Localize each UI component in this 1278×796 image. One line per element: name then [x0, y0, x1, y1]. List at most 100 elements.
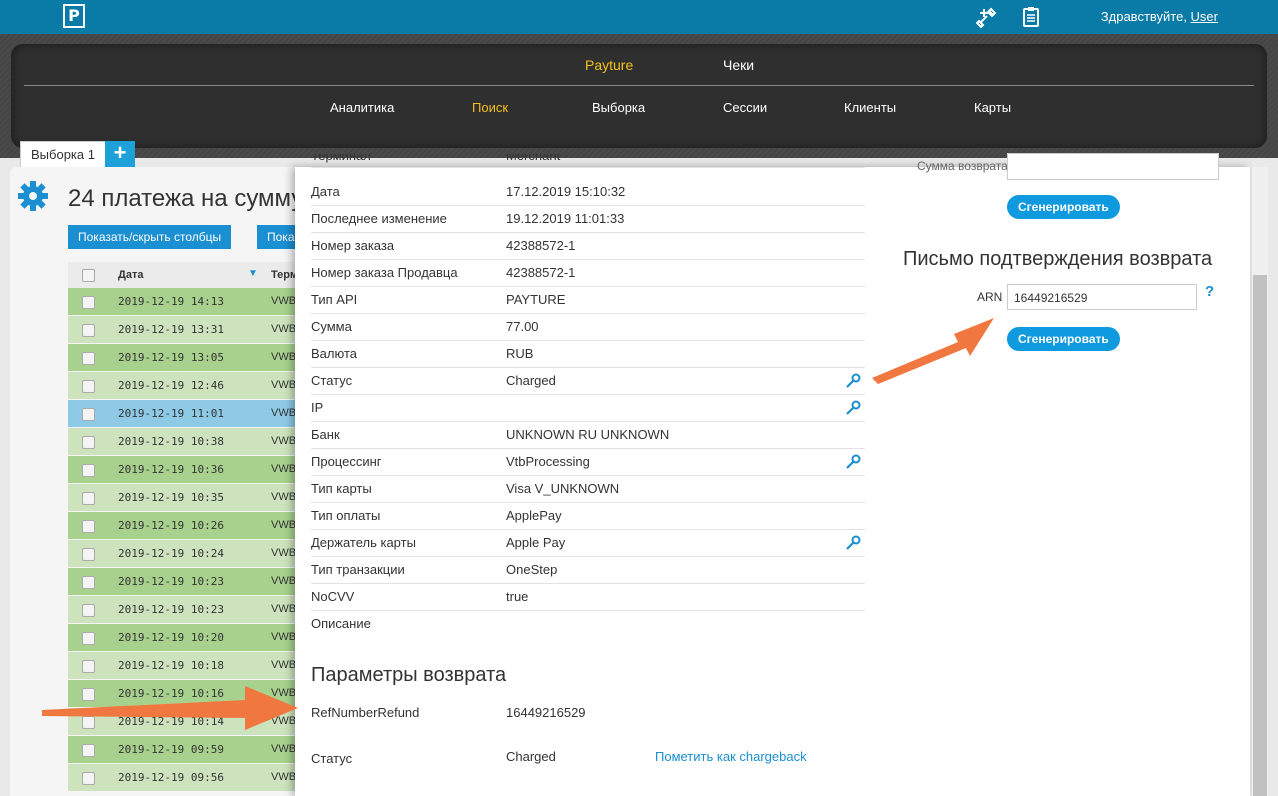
row-checkbox[interactable]: [82, 548, 95, 561]
detail-row: Процессинг VtbProcessing: [311, 448, 865, 476]
row-date: 2019-12-19 12:46: [118, 379, 224, 392]
table-row[interactable]: 2019-12-19 10:38 VWB: [68, 428, 296, 455]
gear-icon[interactable]: [17, 180, 49, 212]
detail-row: NoCVV true: [311, 583, 865, 611]
table-row[interactable]: 2019-12-19 14:13 VWB: [68, 288, 296, 315]
table-row[interactable]: 2019-12-19 10:24 VWB: [68, 540, 296, 567]
refund-sum-input[interactable]: [1007, 153, 1219, 180]
key-search-icon[interactable]: [845, 454, 861, 470]
row-date: 2019-12-19 10:18: [118, 659, 224, 672]
main-navigation: Payture Чеки Аналитика Поиск Выборка Сес…: [0, 34, 1278, 158]
table-row[interactable]: 2019-12-19 11:01 VWB: [68, 400, 296, 427]
toggle-columns-button[interactable]: Показать/скрыть столбцы: [68, 225, 232, 249]
nav-search[interactable]: Поиск: [472, 100, 508, 115]
nav-divider: [24, 85, 1254, 86]
select-all-checkbox[interactable]: [82, 269, 95, 282]
detail-value: Charged: [506, 373, 556, 388]
row-checkbox[interactable]: [82, 408, 95, 421]
nav-top-receipts[interactable]: Чеки: [723, 57, 754, 73]
table-row[interactable]: 2019-12-19 10:36 VWB: [68, 456, 296, 483]
detail-value: 19.12.2019 11:01:33: [506, 211, 625, 226]
greeting-text: Здравствуйте,: [1100, 9, 1191, 24]
row-checkbox[interactable]: [82, 744, 95, 757]
row-checkbox[interactable]: [82, 324, 95, 337]
tab-selection-1[interactable]: Выборка 1: [20, 141, 106, 168]
col-date-header[interactable]: Дата: [118, 269, 143, 281]
detail-row: Последнее изменение 19.12.2019 11:01:33: [311, 205, 865, 233]
clipboard-icon[interactable]: [1020, 6, 1042, 28]
scrollbar-thumb[interactable]: [1253, 275, 1267, 796]
row-terminal: VWB: [271, 519, 297, 531]
row-terminal: VWB: [271, 491, 297, 503]
user-greeting[interactable]: Здравствуйте, User: [1101, 9, 1218, 24]
table-row[interactable]: 2019-12-19 13:31 VWB: [68, 316, 296, 343]
detail-label: NoCVV: [311, 589, 355, 604]
table-row[interactable]: 2019-12-19 10:35 VWB: [68, 484, 296, 511]
detail-row: Тип карты Visa V_UNKNOWN: [311, 475, 865, 503]
col-terminal-header[interactable]: Терм: [271, 269, 298, 281]
row-date: 2019-12-19 10:23: [118, 575, 224, 588]
table-row[interactable]: 2019-12-19 10:23 VWB: [68, 596, 296, 623]
nav-selection[interactable]: Выборка: [592, 100, 645, 115]
table-row[interactable]: 2019-12-19 10:26 VWB: [68, 512, 296, 539]
detail-label: Сумма: [311, 319, 352, 334]
table-row[interactable]: 2019-12-19 10:20 VWB: [68, 624, 296, 651]
key-search-icon[interactable]: [845, 400, 861, 416]
row-checkbox[interactable]: [82, 296, 95, 309]
ref-number-label: RefNumberRefund: [311, 705, 420, 720]
detail-value: OneStep: [506, 562, 558, 577]
detail-label: Последнее изменение: [311, 211, 447, 226]
row-checkbox[interactable]: [82, 380, 95, 393]
row-date: 2019-12-19 11:01: [118, 407, 224, 420]
row-checkbox[interactable]: [82, 604, 95, 617]
table-row[interactable]: 2019-12-19 10:18 VWB: [68, 652, 296, 679]
arn-input[interactable]: 16449216529: [1007, 284, 1197, 310]
row-checkbox[interactable]: [82, 492, 95, 505]
key-search-icon[interactable]: [845, 535, 861, 551]
detail-label: Номер заказа Продавца: [311, 265, 458, 280]
refund-sum-label: Сумма возврата: [917, 159, 1008, 173]
row-checkbox[interactable]: [82, 520, 95, 533]
row-terminal: VWB: [271, 407, 297, 419]
detail-label: Описание: [311, 616, 371, 631]
nav-top-payture[interactable]: Payture: [585, 57, 633, 73]
nav-cards[interactable]: Карты: [974, 100, 1011, 115]
top-bar: P Здравствуйте, User: [0, 0, 1278, 34]
nav-clients[interactable]: Клиенты: [844, 100, 896, 115]
detail-value: Apple Pay: [506, 535, 566, 550]
row-date: 2019-12-19 14:13: [118, 295, 224, 308]
row-checkbox[interactable]: [82, 436, 95, 449]
row-terminal: VWB: [271, 435, 297, 447]
mark-chargeback-link[interactable]: Пометить как chargeback: [655, 749, 807, 764]
help-icon[interactable]: ?: [1205, 283, 1214, 300]
detail-label: IP: [311, 400, 324, 415]
user-name-link[interactable]: User: [1191, 9, 1218, 24]
row-checkbox[interactable]: [82, 352, 95, 365]
add-tab-button[interactable]: +: [105, 141, 135, 167]
row-checkbox[interactable]: [82, 772, 95, 785]
tools-icon[interactable]: [976, 6, 998, 28]
row-checkbox[interactable]: [82, 576, 95, 589]
table-row[interactable]: 2019-12-19 13:05 VWB: [68, 344, 296, 371]
nav-sessions[interactable]: Сессии: [723, 100, 767, 115]
generate-letter-button[interactable]: Сгенерировать: [1007, 327, 1120, 351]
refund-params-title: Параметры возврата: [311, 664, 507, 686]
table-row[interactable]: 2019-12-19 10:23 VWB: [68, 568, 296, 595]
row-checkbox[interactable]: [82, 464, 95, 477]
annotation-arrow-to-arn: [872, 318, 994, 384]
row-terminal: VWB: [271, 631, 297, 643]
detail-value: 17.12.2019 15:10:32: [506, 184, 626, 199]
detail-value: Visa V_UNKNOWN: [506, 481, 620, 496]
key-search-icon[interactable]: [845, 373, 861, 389]
table-row[interactable]: 2019-12-19 12:46 VWB: [68, 372, 296, 399]
nav-analytics[interactable]: Аналитика: [330, 100, 394, 115]
table-row[interactable]: 2019-12-19 09:59 VWB: [68, 736, 296, 763]
row-checkbox[interactable]: [82, 660, 95, 673]
detail-row: Валюта RUB: [311, 340, 865, 368]
sort-desc-icon[interactable]: ▼: [248, 268, 258, 279]
detail-value: RUB: [506, 346, 534, 361]
logo[interactable]: P: [63, 4, 85, 28]
generate-refund-button[interactable]: Сгенерировать: [1007, 195, 1120, 219]
row-checkbox[interactable]: [82, 632, 95, 645]
table-row[interactable]: 2019-12-19 09:56 VWB: [68, 764, 296, 791]
